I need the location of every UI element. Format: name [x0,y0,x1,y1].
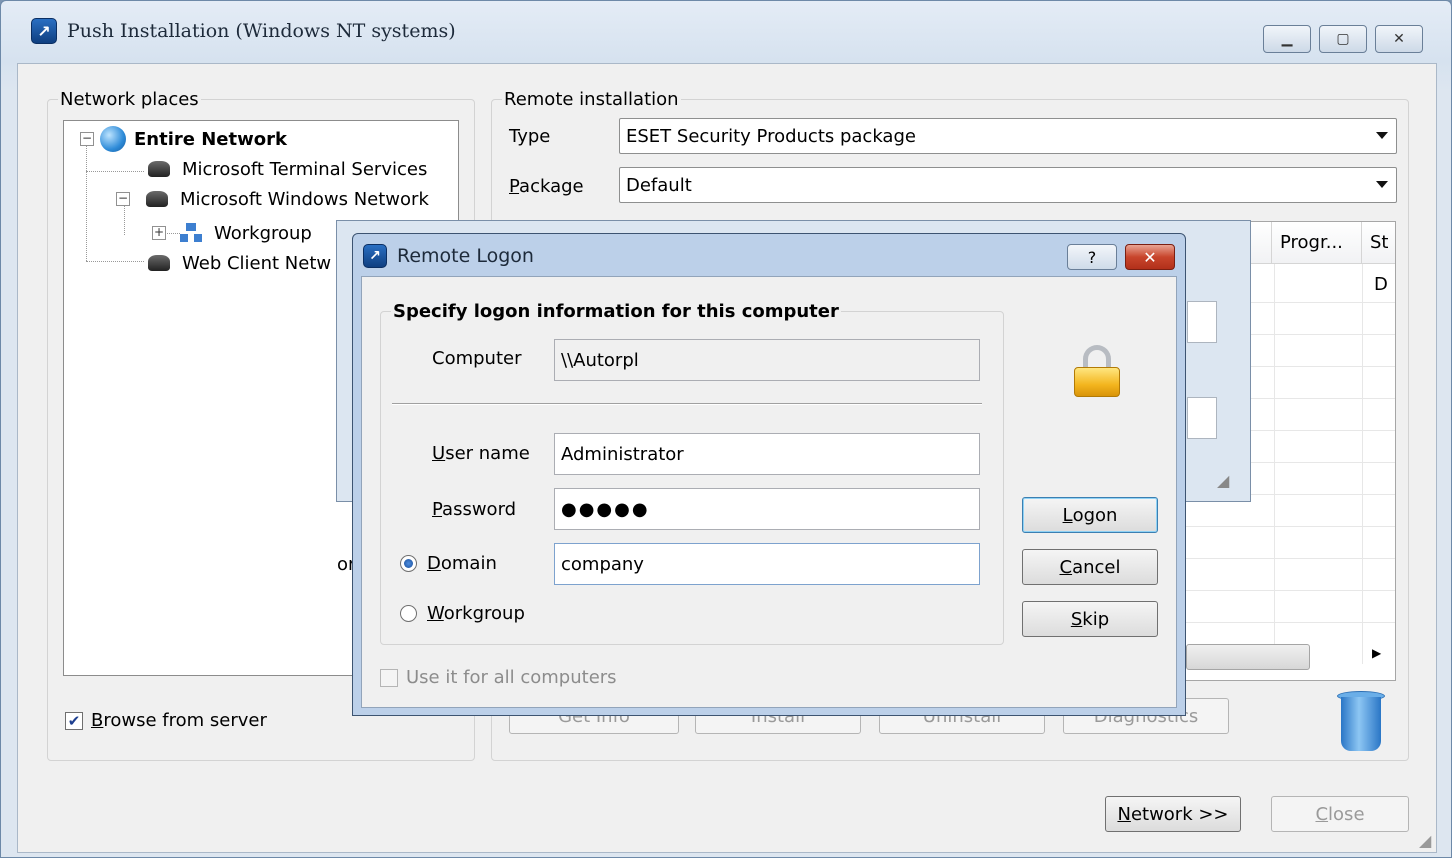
type-value: ESET Security Products package [626,125,916,147]
grid-header-status[interactable]: St [1362,222,1395,264]
username-value: Administrator [561,443,684,465]
browse-from-server-checkbox[interactable]: ✔ Browse from server [65,710,267,731]
remote-installation-legend: Remote installation [504,89,679,110]
tree-item-label: Microsoft Terminal Services [182,158,428,180]
type-label: Type [509,126,551,147]
domain-radio[interactable]: Domain [400,553,497,574]
expand-icon[interactable]: + [152,226,166,240]
workgroup-radio[interactable]: Workgroup [400,603,525,624]
tree-item-workgroup[interactable]: + Workgroup [152,219,312,247]
tree-item-web-client-network[interactable]: Web Client Netw [146,249,331,277]
password-label: Password [432,499,517,520]
scroll-right-icon[interactable]: ▶ [1372,646,1381,660]
password-input[interactable]: ●●●●● [554,488,980,530]
package-value: Default [626,174,692,196]
tree-item-label: Web Client Netw [182,252,332,274]
tree-item-entire-network[interactable]: − Entire Network [80,125,287,153]
use-for-all-checkbox[interactable]: Use it for all computers [380,667,617,688]
dialog-title: Remote Logon [397,245,534,267]
resize-grip-icon[interactable]: ◢ [1419,831,1431,850]
globe-icon [100,126,126,152]
dialog-close-button[interactable]: ✕ [1125,244,1175,270]
maximize-button[interactable]: ▢ [1319,25,1367,53]
package-label: Package [509,176,584,197]
type-select[interactable]: ESET Security Products package [619,118,1397,154]
radio-unselected-icon[interactable] [400,605,417,622]
username-input[interactable]: Administrator [554,433,980,475]
checkmark-icon[interactable]: ✔ [65,711,83,730]
dialog-client-area: Specify logon information for this compu… [361,276,1177,708]
domain-input[interactable]: company [554,543,980,585]
network-icon [144,188,170,210]
workgroup-icon [180,223,202,243]
window-title: Push Installation (Windows NT systems) [67,20,456,42]
separator [392,403,982,405]
tree-item-label: Workgroup [214,222,312,244]
minimize-button[interactable]: ▁ [1263,25,1311,53]
close-button[interactable]: Close [1271,796,1409,832]
collapse-icon[interactable]: − [116,192,130,206]
tree-item-windows-network[interactable]: − Microsoft Windows Network [116,185,429,213]
domain-label: Domain [427,553,497,574]
eset-app-icon: ↗ [363,244,387,268]
computer-value: \\Autorpl [561,349,639,371]
network-icon [146,252,172,274]
tree-item-label: Entire Network [134,128,287,150]
browse-from-server-label: Browse from server [91,710,267,731]
computer-field: \\Autorpl [554,339,980,381]
domain-value: company [561,553,644,575]
close-icon: ✕ [1143,247,1157,267]
logon-info-legend: Specify logon information for this compu… [393,301,839,322]
password-value: ●●●●● [561,498,650,520]
network-places-legend: Network places [60,89,199,110]
lock-icon [1074,345,1120,397]
help-button[interactable]: ? [1067,244,1117,270]
workgroup-label: Workgroup [427,603,525,624]
close-icon: ✕ [1393,31,1405,47]
dropdown-arrow-icon[interactable] [1376,132,1388,139]
minimize-icon: ▁ [1281,31,1293,47]
tree-item-label: Microsoft Windows Network [180,188,429,210]
horizontal-scrollbar-thumb[interactable] [1186,644,1310,670]
close-window-button[interactable]: ✕ [1375,25,1423,53]
use-for-all-label: Use it for all computers [406,667,617,688]
remote-logon-dialog: ↗ Remote Logon ? ✕ Specify logon informa… [352,233,1186,716]
cancel-button[interactable]: Cancel [1022,549,1158,585]
grid-cell: D [1374,274,1388,295]
dialog-title-bar[interactable]: ↗ Remote Logon [363,240,534,272]
resize-grip-icon[interactable]: ◢ [1217,471,1229,490]
window-title-bar[interactable]: ↗ Push Installation (Windows NT systems) [31,11,456,51]
package-select[interactable]: Default [619,167,1397,203]
username-label: User name [432,443,530,464]
eset-app-icon: ↗ [31,18,57,44]
logon-button[interactable]: Logon [1022,497,1158,533]
network-icon [146,158,172,180]
maximize-icon: ▢ [1336,31,1350,47]
computer-label: Computer [432,348,522,369]
collapse-icon[interactable]: − [80,132,94,146]
grid-header-progress[interactable]: Progr... [1272,222,1362,264]
radio-selected-icon[interactable] [400,555,417,572]
help-icon: ? [1087,247,1097,267]
recycle-bin-icon[interactable] [1337,691,1385,753]
skip-button[interactable]: Skip [1022,601,1158,637]
checkbox-icon[interactable] [380,668,398,687]
network-button[interactable]: Network >> [1105,796,1241,832]
dropdown-arrow-icon[interactable] [1376,181,1388,188]
tree-item-terminal-services[interactable]: Microsoft Terminal Services [146,155,427,183]
